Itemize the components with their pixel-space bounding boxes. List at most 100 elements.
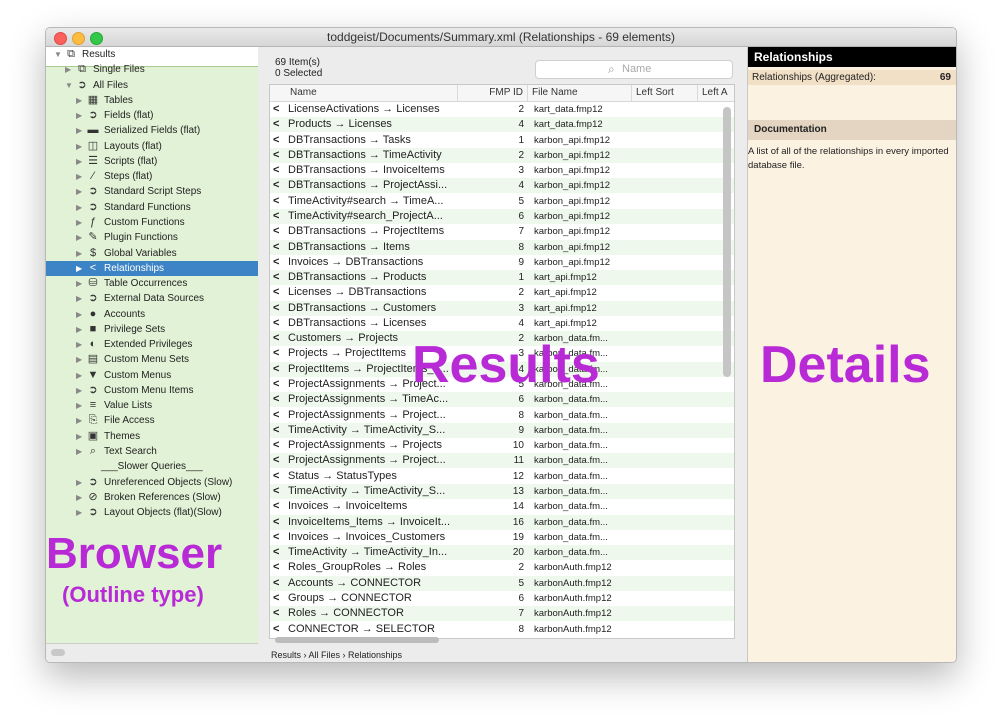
zoom-button[interactable] xyxy=(90,32,103,45)
sidebar-item[interactable]: ▶ ▤ Custom Menu Sets xyxy=(46,352,258,367)
disclosure-closed-icon[interactable]: ▶ xyxy=(76,154,82,169)
sidebar-item[interactable]: ___Slower Queries___ xyxy=(46,459,258,474)
disclosure-closed-icon[interactable]: ▶ xyxy=(76,490,82,505)
sidebar-item[interactable]: ▶ ➲ Standard Functions xyxy=(46,200,258,215)
sidebar-item[interactable]: ▶ ☰ Scripts (flat) xyxy=(46,154,258,169)
disclosure-closed-icon[interactable]: ▶ xyxy=(76,261,82,276)
sidebar-item[interactable]: ▶ ➲ Layout Objects (flat)(Slow) xyxy=(46,505,258,520)
disclosure-closed-icon[interactable]: ▶ xyxy=(76,169,82,184)
minimize-button[interactable] xyxy=(72,32,85,45)
disclosure-open-icon[interactable]: ▼ xyxy=(65,78,73,93)
table-row[interactable]: < Status → StatusTypes 12 karbon_data.fm... xyxy=(270,469,734,484)
table-row[interactable]: < Licenses → DBTransactions 2 kart_api.fmp1… xyxy=(270,285,734,300)
sidebar-item[interactable]: ▶ ■ Privilege Sets xyxy=(46,322,258,337)
sidebar-item[interactable]: ▶ ▬ Serialized Fields (flat) xyxy=(46,123,258,138)
disclosure-closed-icon[interactable]: ▶ xyxy=(76,139,82,154)
disclosure-closed-icon[interactable]: ▶ xyxy=(76,368,82,383)
sidebar-item[interactable]: ▶ ➲ Unreferenced Objects (Slow) xyxy=(46,475,258,490)
vertical-scrollbar[interactable] xyxy=(723,107,731,377)
table-row[interactable]: < ProjectAssignments → Project... 11 karbon… xyxy=(270,453,734,469)
disclosure-closed-icon[interactable]: ▶ xyxy=(76,307,82,322)
sidebar-item[interactable]: ▶ ⊘ Broken References (Slow) xyxy=(46,490,258,505)
disclosure-closed-icon[interactable]: ▶ xyxy=(76,337,82,352)
disclosure-closed-icon[interactable]: ▶ xyxy=(76,276,82,291)
sidebar-item[interactable]: ▶ ⁄ Steps (flat) xyxy=(46,169,258,184)
sidebar-item[interactable]: ▼ ➲ All Files xyxy=(46,78,258,93)
sidebar-item[interactable]: ▶ ▼ Custom Menus xyxy=(46,368,258,383)
disclosure-open-icon[interactable]: ▼ xyxy=(54,47,62,62)
sidebar-item[interactable]: ▶ ◐ Extended Privileges xyxy=(46,337,258,352)
sidebar-item[interactable]: ▶ ● Accounts xyxy=(46,307,258,322)
sidebar-item[interactable]: ▶ ⛁ Table Occurrences xyxy=(46,276,258,291)
sidebar-item[interactable]: ▶ ⎘ File Access xyxy=(46,413,258,428)
table-row[interactable]: < Invoices → DBTransactions 9 karbon_api.fm… xyxy=(270,255,734,270)
sidebar-item[interactable]: ▶ ✎ Plugin Functions xyxy=(46,230,258,245)
sidebar-item[interactable]: ▶ ⧉ Single Files xyxy=(46,62,258,77)
table-row[interactable]: < Roles_GroupRoles → Roles 2 karbonAuth.fmp… xyxy=(270,560,734,575)
disclosure-closed-icon[interactable]: ▶ xyxy=(76,413,82,428)
sidebar-item[interactable]: ▶ ƒ Custom Functions xyxy=(46,215,258,230)
close-button[interactable] xyxy=(54,32,67,45)
column-header-name[interactable]: Name xyxy=(270,85,458,101)
table-row[interactable]: < TimeActivity#search → TimeA... 5 karbon_a… xyxy=(270,194,734,209)
table-row[interactable]: < TimeActivity → TimeActivity_S... 13 karbo… xyxy=(270,484,734,499)
sidebar-item[interactable]: ▶ ➲ Custom Menu Items xyxy=(46,383,258,398)
table-row[interactable]: < Accounts → CONNECTOR 5 karbonAuth.fmp12 xyxy=(270,575,734,591)
disclosure-closed-icon[interactable]: ▶ xyxy=(76,505,82,520)
table-row[interactable]: < DBTransactions → ProjectAssi... 4 karbon_… xyxy=(270,178,734,194)
table-row[interactable]: < LicenseActivations → Licenses 2 kart_data… xyxy=(270,102,734,117)
disclosure-closed-icon[interactable]: ▶ xyxy=(76,322,82,337)
disclosure-closed-icon[interactable]: ▶ xyxy=(76,230,82,245)
disclosure-closed-icon[interactable]: ▶ xyxy=(76,475,82,490)
browser-scroll-indicator[interactable] xyxy=(51,649,65,656)
table-row[interactable]: < InvoiceItems_Items → InvoiceIt... 16 karb… xyxy=(270,514,734,530)
disclosure-closed-icon[interactable]: ▶ xyxy=(76,291,82,306)
search-input[interactable]: ⌕ Name xyxy=(535,60,733,79)
table-row[interactable]: < DBTransactions → Tasks 1 karbon_api.fmp12 xyxy=(270,133,734,148)
disclosure-closed-icon[interactable]: ▶ xyxy=(76,200,82,215)
table-row[interactable]: < DBTransactions → TimeActivity 2 karbon_ap… xyxy=(270,147,734,163)
sidebar-item[interactable]: ▶ ▣ Themes xyxy=(46,429,258,444)
table-row[interactable]: < Invoices → Invoices_Customers 19 karbon_d… xyxy=(270,530,734,545)
disclosure-closed-icon[interactable]: ▶ xyxy=(76,444,82,459)
table-row[interactable]: < DBTransactions → InvoiceItems 3 karbon_ap… xyxy=(270,163,734,178)
table-row[interactable]: < DBTransactions → Products 1 kart_api.fmp1… xyxy=(270,270,734,286)
sidebar-item[interactable]: ▶ ▦ Tables xyxy=(46,93,258,108)
sidebar-item[interactable]: ▶ < Relationships xyxy=(46,260,258,276)
table-row[interactable]: < TimeActivity → TimeActivity_S... 9 karbon… xyxy=(270,422,734,438)
sidebar-item[interactable]: ▶ ➲ Fields (flat) xyxy=(46,108,258,123)
horizontal-scrollbar[interactable] xyxy=(275,637,439,643)
table-row[interactable]: < Products → Licenses 4 kart_data.fmp12 xyxy=(270,117,734,133)
table-row[interactable]: < DBTransactions → Licenses 4 kart_api.fmp1… xyxy=(270,316,734,331)
table-row[interactable]: < Groups → CONNECTOR 6 karbonAuth.fmp12 xyxy=(270,591,734,606)
disclosure-closed-icon[interactable]: ▶ xyxy=(76,352,82,367)
column-header-fmp-id[interactable]: FMP ID xyxy=(458,85,528,101)
table-row[interactable]: < DBTransactions → ProjectItems 7 karbon_ap… xyxy=(270,224,734,239)
disclosure-closed-icon[interactable]: ▶ xyxy=(76,429,82,444)
disclosure-closed-icon[interactable]: ▶ xyxy=(76,246,82,261)
sidebar-item[interactable]: ▼ ⧉ Results xyxy=(46,47,258,62)
disclosure-closed-icon[interactable]: ▶ xyxy=(76,383,82,398)
disclosure-closed-icon[interactable]: ▶ xyxy=(65,62,71,77)
column-header-file-name[interactable]: File Name xyxy=(528,85,632,101)
sidebar-item[interactable]: ▶ ➲ External Data Sources xyxy=(46,291,258,306)
sidebar-item[interactable]: ▶ ◫ Layouts (flat) xyxy=(46,139,258,154)
disclosure-closed-icon[interactable]: ▶ xyxy=(76,215,82,230)
table-row[interactable]: < Invoices → InvoiceItems 14 karbon_data.fm… xyxy=(270,499,734,514)
sidebar-item[interactable]: ▶ ⌕ Text Search xyxy=(46,444,258,459)
table-row[interactable]: < CONNECTOR → SELECTOR 8 karbonAuth.fmp12 xyxy=(270,622,734,637)
column-header-left-a[interactable]: Left A xyxy=(698,85,734,101)
table-row[interactable]: < ProjectAssignments → Project... 8 karbon_… xyxy=(270,408,734,423)
disclosure-closed-icon[interactable]: ▶ xyxy=(76,93,82,108)
disclosure-closed-icon[interactable]: ▶ xyxy=(76,398,82,413)
column-header-left-sort[interactable]: Left Sort xyxy=(632,85,698,101)
sidebar-item[interactable]: ▶ ≡ Value Lists xyxy=(46,398,258,413)
disclosure-closed-icon[interactable]: ▶ xyxy=(76,123,82,138)
table-row[interactable]: < Roles → CONNECTOR 7 karbonAuth.fmp12 xyxy=(270,606,734,622)
table-row[interactable]: < DBTransactions → Customers 3 kart_api.fmp… xyxy=(270,300,734,316)
table-row[interactable]: < TimeActivity#search_ProjectA... 6 karbon_… xyxy=(270,208,734,224)
disclosure-closed-icon[interactable]: ▶ xyxy=(76,108,82,123)
table-row[interactable]: < ProjectAssignments → Projects 10 karbon_d… xyxy=(270,438,734,453)
sidebar-item[interactable]: ▶ $ Global Variables xyxy=(46,246,258,261)
table-row[interactable]: < DBTransactions → Items 8 karbon_api.fmp12 xyxy=(270,239,734,255)
